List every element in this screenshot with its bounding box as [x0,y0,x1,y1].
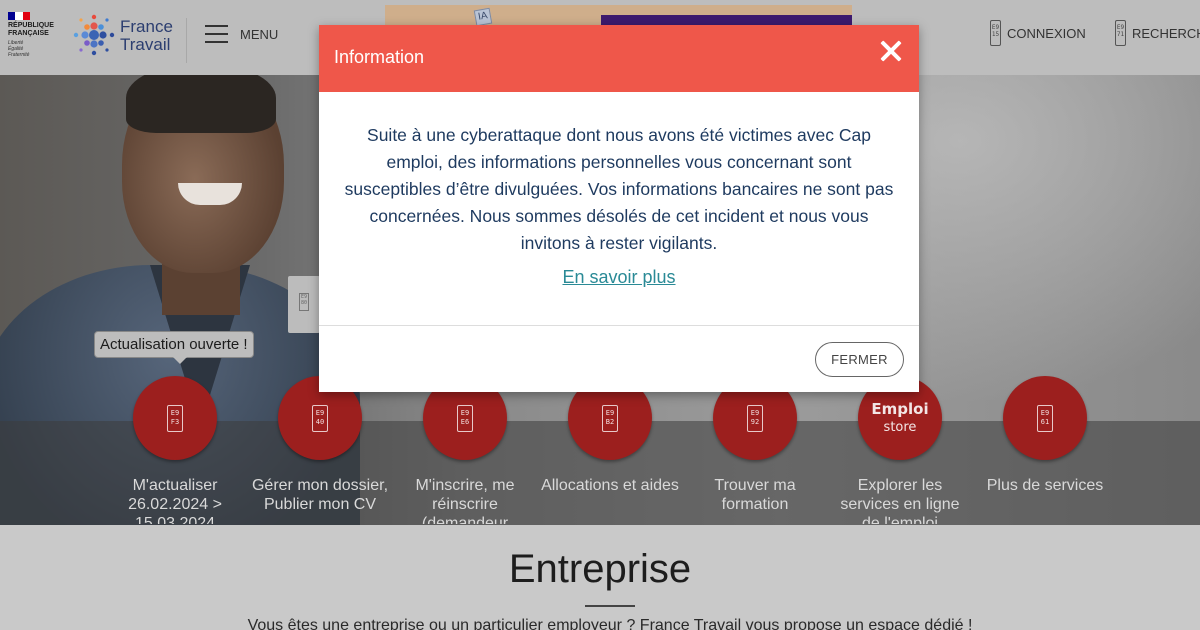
connexion-link[interactable]: E9 15 CONNEXION [990,20,1086,46]
recherche-label: RECHERCHE [1132,25,1200,41]
user-icon: E9 15 [990,20,1001,46]
modal-header: Information [319,25,919,92]
service-formation[interactable]: E9 92 Trouver ma formation [685,376,825,524]
close-icon[interactable] [879,39,903,63]
entreprise-section: Entreprise Vous êtes une entreprise ou u… [0,525,1200,630]
section-text: Vous êtes une entreprise ou un particuli… [247,617,973,630]
recherche-link[interactable]: E9 71 RECHERCHE [1115,20,1200,46]
emploi-store-line1: Emploi [871,399,929,418]
modal-message: Suite à une cyberattaque dont nous avons… [344,125,894,253]
republique-motto: Liberté Égalité Fraternité [8,40,30,58]
service-label: M'inscrire, me réinscrire (demandeur [415,477,515,524]
actualisation-tooltip: Actualisation ouverte ! [94,331,254,364]
french-flag-icon [8,12,30,20]
hero-person-hair [126,75,276,133]
france-travail-logo-icon[interactable] [72,12,116,58]
service-inscrire[interactable]: E9 E6 M'inscrire, me réinscrire (demande… [395,376,535,524]
service-plus[interactable]: E9 61 Plus de services [975,376,1115,524]
emploi-store-line2: store [883,419,917,435]
service-label: Plus de services [986,477,1104,494]
fermer-button[interactable]: FERMER [815,342,904,377]
republique-francaise-logo[interactable]: RÉPUBLIQUE FRANÇAISE Liberté Égalité Fra… [8,12,60,58]
modal-body: Suite à une cyberattaque dont nous avons… [319,92,919,325]
service-label: Allocations et aides [541,477,679,494]
menu-label: MENU [240,26,279,42]
register-icon: E9 E6 [457,404,473,432]
connexion-label: CONNEXION [1007,25,1086,41]
promo-banner[interactable]: IA [385,5,852,25]
service-actualiser[interactable]: E9 F3 M'actualiser 26.02.2024 > 15.03.20… [105,376,245,524]
folder-icon: E9 40 [312,404,328,432]
graduation-icon: E9 92 [747,404,763,432]
banner-tile: IA [473,7,493,25]
hamburger-icon [205,25,228,43]
service-emploi-store[interactable]: Emploi store Explorer les services en li… [830,376,970,524]
service-circle: E9 F3 [133,376,217,460]
calendar-icon: E9 F3 [167,404,183,432]
service-allocations[interactable]: E9 B2 Allocations et aides [540,376,680,524]
brand-name[interactable]: France Travail [120,18,173,54]
plus-services-icon: E9 61 [1037,404,1053,432]
section-title: Entreprise [508,547,692,591]
service-label: Gérer mon dossier, Publier mon CV [251,477,389,513]
menu-button[interactable]: MENU [205,25,278,43]
euro-icon: E9 B2 [602,404,618,432]
search-icon: E9 71 [1115,20,1126,46]
service-label: Trouver ma formation [714,477,796,513]
service-label: M'actualiser 26.02.2024 > 15.03.2024 [128,477,222,524]
service-circle: E9 61 [1003,376,1087,460]
side-feedback-tab[interactable]: E9 80 [288,276,320,333]
information-modal: Information Suite à une cyberattaque don… [319,25,919,392]
service-label: Explorer les services en ligne de l'empl… [840,477,960,524]
en-savoir-plus-link[interactable]: En savoir plus [562,267,675,288]
banner-purple-strip [601,15,852,25]
section-divider [585,605,635,607]
modal-footer: FERMER [319,325,919,392]
modal-title: Information [334,47,425,67]
header-divider [186,18,187,63]
republique-title: RÉPUBLIQUE FRANÇAISE [8,22,54,37]
service-gerer-dossier[interactable]: E9 40 Gérer mon dossier, Publier mon CV [250,376,390,524]
emploi-store-logo: Emploi store [871,399,929,435]
feedback-icon: E9 80 [299,293,309,311]
